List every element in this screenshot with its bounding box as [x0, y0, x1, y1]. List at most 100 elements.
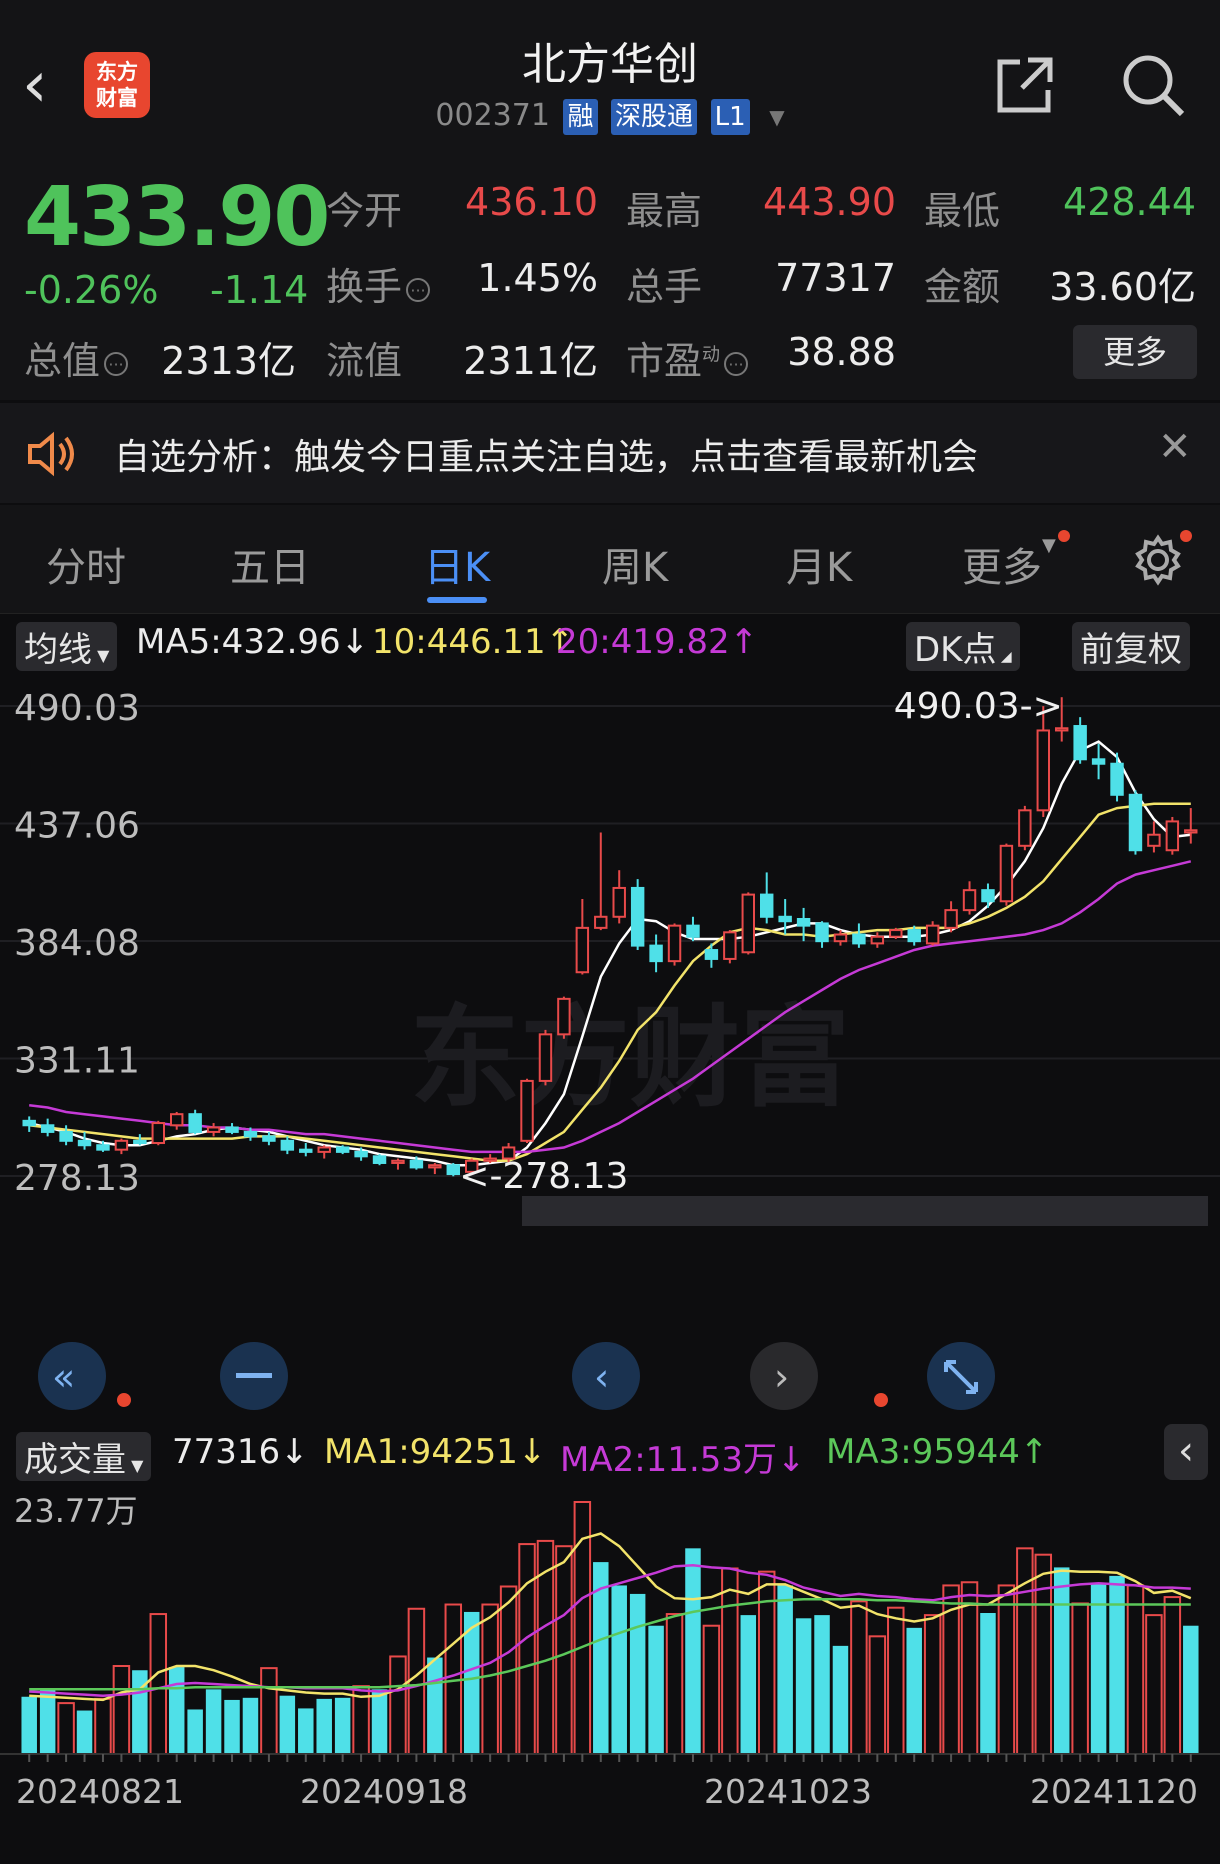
- candle-body: [962, 889, 977, 912]
- share-icon[interactable]: [990, 50, 1060, 120]
- vol-ma3-legend: MA3:95944↑: [826, 1432, 1049, 1472]
- volume-bar: [795, 1618, 812, 1754]
- adjust-button[interactable]: 前复权: [1072, 622, 1190, 671]
- tab-monthly-k[interactable]: 月K: [786, 535, 852, 593]
- more-button[interactable]: 更多: [1073, 325, 1197, 379]
- volume-value: 77317: [775, 256, 896, 300]
- tab-weekly-k[interactable]: 周K: [602, 535, 668, 593]
- candle-body: [981, 889, 995, 903]
- last-price: 433.90: [24, 170, 330, 265]
- high-value: 443.90: [763, 180, 896, 224]
- volume-bar: [76, 1710, 93, 1754]
- gear-icon[interactable]: [1130, 532, 1186, 592]
- volume-bar: [757, 1570, 776, 1756]
- tag-margin: 融: [563, 98, 598, 135]
- volume-label: 总手: [626, 265, 703, 309]
- svg-text:«: «: [52, 1355, 75, 1399]
- new-dot: [1058, 530, 1070, 542]
- tab-intraday[interactable]: 分时: [46, 535, 126, 593]
- candle-body: [557, 997, 571, 1036]
- candle-body: [372, 1155, 387, 1164]
- candle-body: [520, 1079, 534, 1142]
- marker-dot: [874, 1393, 888, 1407]
- volume-bar: [702, 1624, 721, 1755]
- candle-body: [317, 1146, 331, 1153]
- candle-body: [151, 1122, 165, 1145]
- candle-body: [723, 931, 737, 960]
- volume-bar: [923, 1614, 942, 1755]
- candle-body: [538, 1033, 553, 1082]
- volume-bar: [518, 1543, 536, 1755]
- x-axis-label: 20240918: [300, 1772, 468, 1811]
- vol-ma2-legend: MA2:11.53万↓: [560, 1440, 806, 1480]
- indicator-selector[interactable]: 成交量 ▼: [16, 1432, 152, 1481]
- candle-body: [833, 933, 848, 943]
- candle-body: [354, 1150, 368, 1158]
- tab-five-day[interactable]: 五日: [230, 535, 310, 593]
- change-amount: -1.14: [210, 268, 309, 312]
- candle-body: [391, 1159, 405, 1164]
- search-icon[interactable]: [1118, 50, 1188, 120]
- candle-body: [206, 1126, 221, 1133]
- scroll-left-fast-button[interactable]: «: [38, 1342, 106, 1410]
- candle-body: [1128, 793, 1143, 852]
- pe-value: 38.88: [787, 330, 896, 374]
- info-icon[interactable]: ···: [724, 351, 749, 376]
- kline-chart[interactable]: 东方财富 490.03437.06384.08331.11278.13 490.…: [0, 676, 1220, 1422]
- amount-label: 金额: [924, 265, 1001, 309]
- chevron-down-icon[interactable]: ▼: [769, 105, 784, 129]
- info-icon[interactable]: ···: [104, 351, 129, 376]
- candle-body: [944, 909, 958, 929]
- candle-body: [907, 929, 921, 943]
- info-icon[interactable]: ···: [406, 277, 431, 302]
- volume-chart[interactable]: 23.77万: [0, 1484, 1220, 1770]
- volume-bar: [149, 1613, 168, 1755]
- tab-daily-k[interactable]: 日K: [424, 535, 490, 593]
- pe-label: 市盈动 ···: [626, 330, 749, 385]
- candle-body: [77, 1139, 92, 1147]
- x-axis-label: 20241120: [1030, 1772, 1198, 1811]
- marker-dot: [117, 1393, 131, 1407]
- close-icon[interactable]: ✕: [1158, 424, 1192, 470]
- stock-code: 002371: [435, 98, 550, 133]
- candle-body: [40, 1124, 55, 1133]
- candle-body: [1184, 829, 1198, 834]
- low-value: 428.44: [1063, 180, 1196, 224]
- dk-point-button[interactable]: DK点 ◢: [906, 622, 1020, 671]
- zoom-out-button[interactable]: [220, 1342, 288, 1410]
- active-tab-indicator: [427, 597, 487, 603]
- notice-text[interactable]: 自选分析：触发今日重点关注自选，点击查看最新机会: [114, 428, 978, 480]
- volume-bar: [1090, 1583, 1107, 1754]
- volume-bar: [777, 1585, 793, 1754]
- candle-body: [778, 915, 792, 923]
- candle-body: [999, 844, 1014, 903]
- candle-body: [760, 893, 774, 918]
- volume-bar: [648, 1625, 664, 1754]
- candle-body: [96, 1144, 110, 1151]
- x-axis-label: 20240821: [16, 1772, 184, 1811]
- mktcap-label: 总值 ···: [24, 330, 129, 385]
- collapse-panel-button[interactable]: ‹: [1164, 1424, 1208, 1480]
- y-tick-label: 437.06: [14, 805, 140, 846]
- ma5-legend: MA5:432.96↓: [136, 622, 370, 662]
- candle-body: [1165, 820, 1180, 852]
- volume-bar: [481, 1603, 499, 1755]
- fullscreen-button[interactable]: [927, 1342, 995, 1410]
- float-label: 流值: [326, 339, 403, 383]
- candle-body: [649, 944, 663, 963]
- volume-bar: [960, 1581, 979, 1755]
- candle-body: [114, 1139, 129, 1151]
- candle-body: [870, 935, 885, 945]
- tab-more[interactable]: 更多▼: [962, 535, 1056, 593]
- volume-bar: [407, 1607, 426, 1755]
- candle-body: [428, 1164, 442, 1169]
- scroll-right-button[interactable]: ›: [750, 1342, 818, 1410]
- ma-selector[interactable]: 均线 ▼: [16, 622, 118, 671]
- new-dot: [1180, 530, 1192, 542]
- ma20-legend: 20:419.82↑: [556, 622, 759, 662]
- tag-connect: 深股通: [611, 98, 698, 135]
- volume-bar: [371, 1689, 388, 1754]
- y-tick-label: 384.08: [14, 923, 140, 964]
- candle-body: [446, 1164, 460, 1176]
- scroll-left-button[interactable]: ‹: [572, 1342, 640, 1410]
